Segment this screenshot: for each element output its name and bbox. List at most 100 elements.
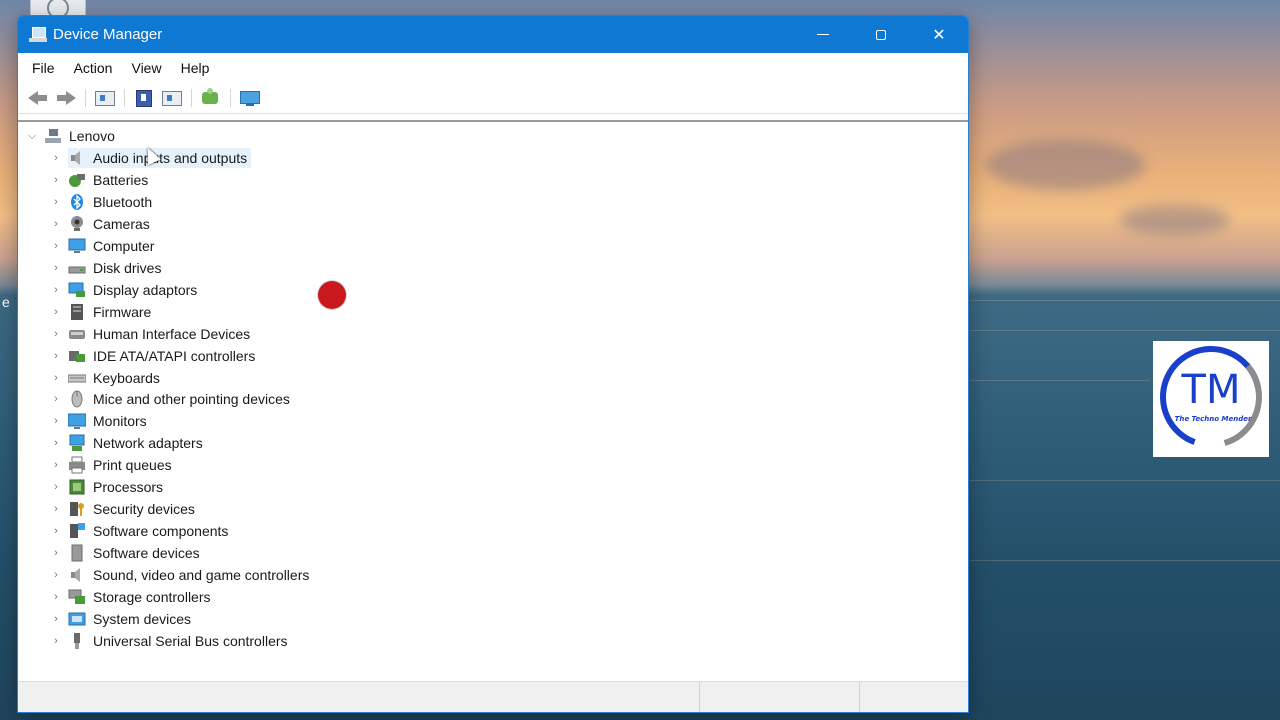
- tree-item-content[interactable]: Processors: [68, 477, 167, 497]
- device-tree[interactable]: ⌵ Lenovo › Audio inputs and outputs › Batte…: [18, 120, 968, 682]
- tree-item-content[interactable]: Display adaptors: [68, 280, 201, 300]
- tree-item-label: Computer: [93, 237, 155, 254]
- show-hide-console-tree-button[interactable]: [95, 90, 115, 106]
- chevron-down-icon[interactable]: ⌵: [26, 130, 38, 142]
- tree-item-content[interactable]: Batteries: [68, 170, 152, 190]
- printer-icon: [68, 456, 86, 474]
- menu-help[interactable]: Help: [181, 60, 210, 76]
- tree-item[interactable]: › Display adaptors: [50, 279, 201, 301]
- tree-item[interactable]: › Processors: [50, 476, 167, 498]
- maximize-button[interactable]: [852, 16, 910, 53]
- camera-icon: [68, 215, 86, 233]
- chevron-right-icon[interactable]: ›: [50, 350, 62, 362]
- tree-item[interactable]: › Disk drives: [50, 257, 165, 279]
- tree-item[interactable]: › Storage controllers: [50, 586, 215, 608]
- tree-item-content[interactable]: Firmware: [68, 302, 155, 322]
- tree-item[interactable]: › Bluetooth: [50, 191, 156, 213]
- chevron-right-icon[interactable]: ›: [50, 174, 62, 186]
- tree-item-content[interactable]: Network adapters: [68, 433, 207, 453]
- tree-item-label: Bluetooth: [93, 193, 153, 210]
- tree-item-content[interactable]: Computer: [68, 236, 158, 256]
- tree-item[interactable]: › Software components: [50, 520, 232, 542]
- chevron-right-icon[interactable]: ›: [50, 306, 62, 318]
- tree-item-content[interactable]: Print queues: [68, 455, 176, 475]
- chevron-right-icon[interactable]: ›: [50, 503, 62, 515]
- back-button[interactable]: [28, 90, 48, 106]
- tree-item[interactable]: › Universal Serial Bus controllers: [50, 630, 292, 652]
- minimize-button[interactable]: [794, 16, 852, 53]
- menu-file[interactable]: File: [32, 60, 55, 76]
- tree-item-content[interactable]: Disk drives: [68, 258, 165, 278]
- tree-item[interactable]: › Security devices: [50, 498, 199, 520]
- tree-item-content[interactable]: System devices: [68, 609, 195, 629]
- menu-bar: File Action View Help: [18, 53, 968, 83]
- battery-icon: [68, 171, 86, 189]
- monitor-icon: [68, 412, 86, 430]
- chevron-right-icon[interactable]: ›: [50, 635, 62, 647]
- ide-controller-icon: [68, 347, 86, 365]
- tree-item-content[interactable]: Storage controllers: [68, 587, 215, 607]
- tree-item-content[interactable]: Bluetooth: [68, 192, 156, 212]
- chevron-right-icon[interactable]: ›: [50, 218, 62, 230]
- tree-item-content[interactable]: Sound, video and game controllers: [68, 565, 313, 585]
- tree-item[interactable]: › Computer: [50, 235, 158, 257]
- tree-item[interactable]: › Print queues: [50, 454, 176, 476]
- chevron-right-icon[interactable]: ›: [50, 437, 62, 449]
- tree-item[interactable]: › IDE ATA/ATAPI controllers: [50, 345, 259, 367]
- chevron-right-icon[interactable]: ›: [50, 481, 62, 493]
- tree-item-content[interactable]: Monitors: [68, 411, 151, 431]
- tree-item-content[interactable]: Keyboards: [68, 368, 164, 388]
- chevron-right-icon[interactable]: ›: [50, 328, 62, 340]
- display-adapter-icon: [68, 281, 86, 299]
- toolbar: [18, 83, 968, 114]
- tree-item-content[interactable]: Mice and other pointing devices: [68, 389, 294, 409]
- forward-button[interactable]: [56, 90, 76, 106]
- tree-item-content[interactable]: IDE ATA/ATAPI controllers: [68, 346, 259, 366]
- chevron-right-icon[interactable]: ›: [50, 262, 62, 274]
- keyboard-icon: [68, 369, 86, 387]
- tree-item[interactable]: › Keyboards: [50, 367, 164, 389]
- tree-item-content[interactable]: Human Interface Devices: [68, 324, 254, 344]
- tree-item[interactable]: › Human Interface Devices: [50, 323, 254, 345]
- tree-item-content[interactable]: Cameras: [68, 214, 154, 234]
- tree-item[interactable]: › Monitors: [50, 410, 151, 432]
- tree-root[interactable]: ⌵ Lenovo: [26, 125, 115, 147]
- properties-button[interactable]: [134, 90, 154, 107]
- tree-item-label: Network adapters: [93, 435, 203, 452]
- tree-item-content[interactable]: Software components: [68, 521, 232, 541]
- tree-item[interactable]: › System devices: [50, 608, 195, 630]
- computer-icon: [44, 127, 62, 145]
- tree-item[interactable]: › Batteries: [50, 169, 152, 191]
- menu-action[interactable]: Action: [74, 60, 113, 76]
- chevron-right-icon[interactable]: ›: [50, 525, 62, 537]
- monitor-button[interactable]: [240, 90, 260, 106]
- chevron-right-icon[interactable]: ›: [50, 569, 62, 581]
- software-component-icon: [68, 522, 86, 540]
- chevron-right-icon[interactable]: ›: [50, 372, 62, 384]
- chevron-right-icon[interactable]: ›: [50, 415, 62, 427]
- scan-hardware-button[interactable]: [201, 88, 221, 106]
- tree-item[interactable]: › Cameras: [50, 213, 154, 235]
- tree-item[interactable]: › Firmware: [50, 301, 155, 323]
- tree-item[interactable]: › Mice and other pointing devices: [50, 388, 294, 410]
- chevron-right-icon[interactable]: ›: [50, 613, 62, 625]
- menu-view[interactable]: View: [131, 60, 161, 76]
- tree-item-content[interactable]: Security devices: [68, 499, 199, 519]
- chevron-right-icon[interactable]: ›: [50, 240, 62, 252]
- tree-item-content[interactable]: Software devices: [68, 543, 204, 563]
- tree-item-content[interactable]: Universal Serial Bus controllers: [68, 631, 292, 651]
- channel-watermark-logo: TM The Techno Mender: [1153, 341, 1269, 457]
- tree-item[interactable]: › Network adapters: [50, 432, 207, 454]
- tree-item[interactable]: › Sound, video and game controllers: [50, 564, 313, 586]
- chevron-right-icon[interactable]: ›: [50, 393, 62, 405]
- chevron-right-icon[interactable]: ›: [50, 547, 62, 559]
- chevron-right-icon[interactable]: ›: [50, 152, 62, 164]
- chevron-right-icon[interactable]: ›: [50, 591, 62, 603]
- chevron-right-icon[interactable]: ›: [50, 196, 62, 208]
- title-bar[interactable]: Device Manager ✕: [18, 16, 968, 53]
- close-button[interactable]: ✕: [910, 16, 968, 53]
- tree-item[interactable]: › Software devices: [50, 542, 204, 564]
- update-driver-button[interactable]: [162, 90, 182, 106]
- chevron-right-icon[interactable]: ›: [50, 284, 62, 296]
- chevron-right-icon[interactable]: ›: [50, 459, 62, 471]
